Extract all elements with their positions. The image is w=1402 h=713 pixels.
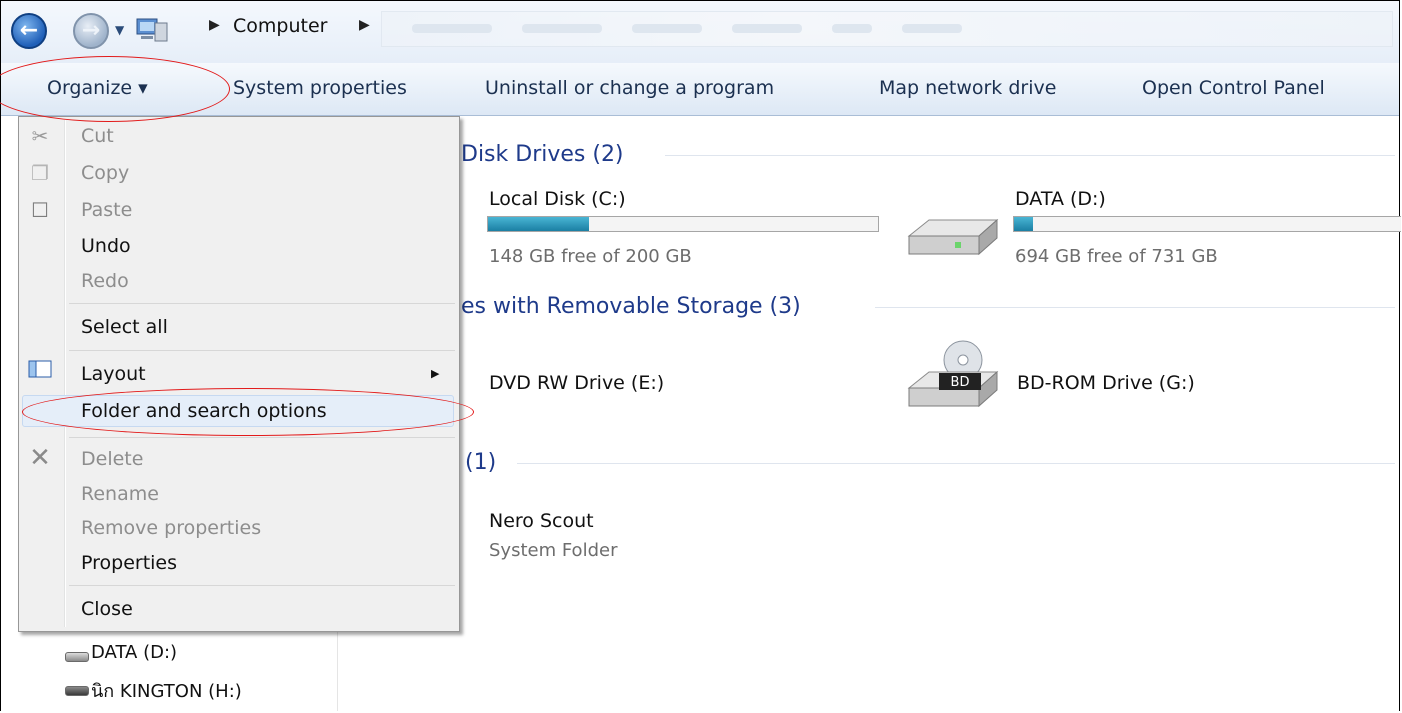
forward-arrow-icon: → (81, 18, 101, 43)
group-header-other[interactable]: (1) (465, 450, 496, 475)
bd-rom-drive-icon: BD (907, 340, 999, 408)
menu-separator (69, 350, 455, 351)
computer-icon (136, 18, 168, 42)
nav-item-kington-h[interactable]: นิก KINGTON (H:) (91, 676, 242, 705)
hard-drive-icon (907, 218, 999, 256)
menu-item-close[interactable]: Close (81, 598, 133, 620)
drive-c-name[interactable]: Local Disk (C:) (489, 188, 626, 210)
menu-separator (69, 303, 455, 304)
menu-separator (69, 585, 455, 586)
drive-icon (65, 652, 89, 662)
menu-item-remove-properties[interactable]: Remove properties (81, 517, 261, 539)
paste-icon: ☐ (31, 198, 49, 222)
forward-button[interactable]: → (73, 13, 109, 49)
history-dropdown-icon[interactable]: ▼ (115, 23, 124, 37)
group-header-removable[interactable]: es with Removable Storage (3) (461, 294, 801, 319)
nav-item-data-d[interactable]: DATA (D:) (91, 642, 177, 663)
organize-menu: ✂ Cut ❐ Copy ☐ Paste Undo Redo Select al… (18, 116, 460, 632)
bd-badge: BD (951, 375, 970, 390)
drive-c-capacity-bar (487, 216, 879, 232)
menu-item-properties[interactable]: Properties (81, 552, 177, 574)
menu-item-select-all[interactable]: Select all (81, 316, 168, 338)
drive-d-capacity-bar (1013, 216, 1401, 232)
drive-c-free-space: 148 GB free of 200 GB (489, 246, 692, 267)
open-control-panel-button[interactable]: Open Control Panel (1142, 77, 1325, 99)
delete-icon: ✕ (29, 443, 51, 473)
breadcrumb-separator-icon[interactable]: ▶ (209, 17, 220, 33)
system-properties-button[interactable]: System properties (233, 77, 407, 99)
breadcrumb-computer[interactable]: Computer (233, 15, 327, 37)
menu-item-rename[interactable]: Rename (81, 483, 159, 505)
back-arrow-icon: ← (19, 18, 39, 43)
menu-item-cut[interactable]: Cut (81, 125, 114, 147)
group-divider (665, 155, 1395, 156)
menu-item-redo[interactable]: Redo (81, 270, 129, 292)
drive-c-capacity-fill (488, 217, 590, 231)
back-button[interactable]: ← (11, 13, 47, 49)
layout-icon (27, 359, 53, 385)
scissors-icon: ✂ (31, 124, 49, 148)
map-network-drive-button[interactable]: Map network drive (879, 77, 1056, 99)
menu-item-delete[interactable]: Delete (81, 448, 143, 470)
uninstall-program-button[interactable]: Uninstall or change a program (485, 77, 774, 99)
menu-item-layout[interactable]: Layout (81, 363, 146, 385)
group-divider (517, 463, 1395, 464)
drive-e-name[interactable]: DVD RW Drive (E:) (489, 372, 664, 394)
usb-drive-icon (65, 686, 89, 696)
command-toolbar: Organize ▾ System properties Uninstall o… (1, 63, 1399, 116)
menu-item-copy[interactable]: Copy (81, 162, 129, 184)
copy-icon: ❐ (31, 161, 49, 185)
drive-d-capacity-fill (1014, 217, 1034, 231)
address-bar: ← → ▼ ▶ Computer ▶ (1, 1, 1399, 63)
breadcrumb-separator-icon[interactable]: ▶ (359, 17, 370, 33)
nero-scout-name[interactable]: Nero Scout (489, 510, 594, 532)
menu-separator (69, 437, 455, 438)
drive-d-free-space: 694 GB free of 731 GB (1015, 246, 1218, 267)
background-window-ghost (381, 11, 1393, 47)
menu-icon-gutter (64, 120, 66, 627)
drive-d-name[interactable]: DATA (D:) (1015, 188, 1106, 210)
submenu-arrow-icon: ▶ (431, 367, 440, 380)
drive-g-name[interactable]: BD-ROM Drive (G:) (1017, 372, 1195, 394)
menu-item-undo[interactable]: Undo (81, 235, 131, 257)
organize-button[interactable]: Organize ▾ (47, 77, 148, 99)
group-divider (875, 307, 1395, 308)
menu-item-paste[interactable]: Paste (81, 199, 132, 221)
menu-item-folder-search-options[interactable]: Folder and search options (81, 400, 327, 422)
group-header-hard-disks[interactable]: Disk Drives (2) (461, 142, 624, 167)
nero-scout-type: System Folder (489, 540, 618, 561)
